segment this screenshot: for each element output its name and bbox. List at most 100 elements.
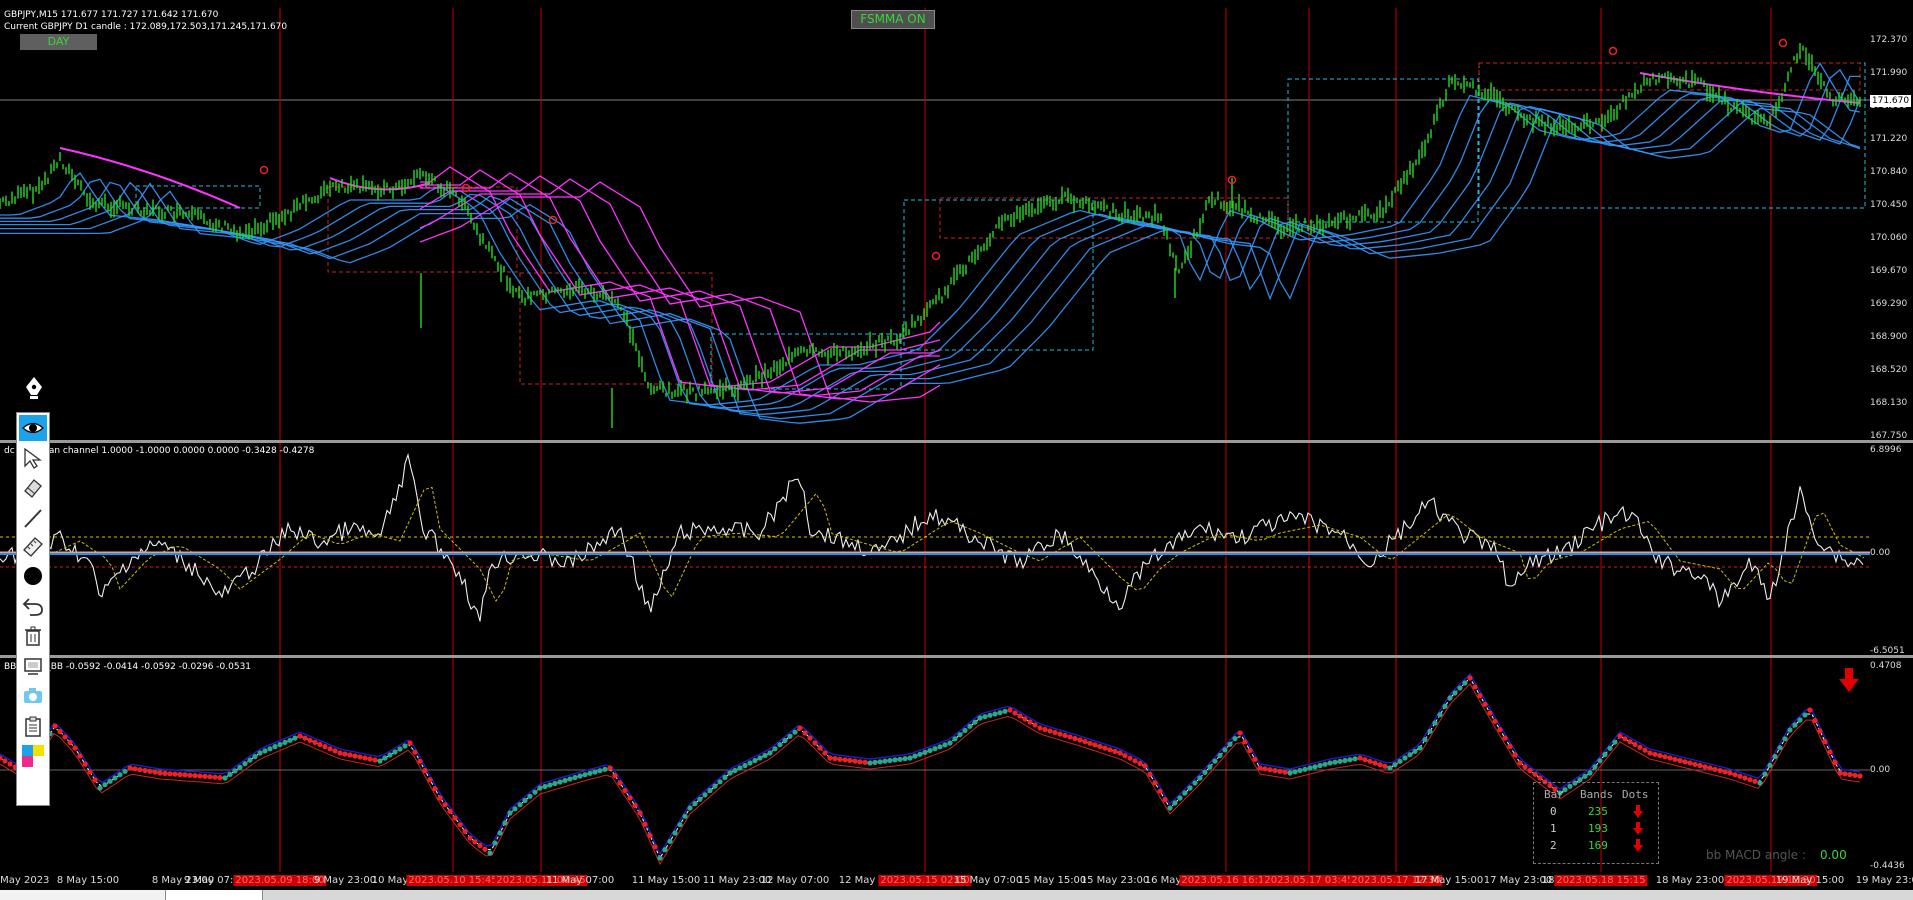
- macd-dot: [1727, 770, 1733, 776]
- toolbar-ruler[interactable]: [19, 533, 47, 559]
- macd-dot: [1592, 764, 1598, 770]
- macd-dot: [112, 775, 118, 781]
- macd-dot: [832, 756, 838, 762]
- signal-time-label: 2023.05.18 15:15: [1554, 875, 1648, 886]
- toolbar-color-palette[interactable]: [19, 743, 47, 769]
- macd-dot: [822, 750, 828, 756]
- macd-dot: [1017, 713, 1023, 719]
- macd-dot: [842, 757, 848, 763]
- macd-dot: [97, 785, 103, 791]
- macd-dot: [52, 723, 58, 729]
- macd-dot: [212, 774, 218, 780]
- donchian-canvas[interactable]: [0, 443, 1870, 655]
- cyan-range-box: [135, 185, 261, 209]
- macd-dot: [1242, 739, 1248, 745]
- price-tick: 170.840: [1870, 167, 1908, 177]
- macd-dot: [737, 765, 743, 771]
- macd-dot: [1057, 731, 1063, 737]
- macd-dot: [382, 755, 388, 761]
- chart-tab[interactable]: [166, 890, 263, 900]
- macd-dot: [142, 767, 148, 774]
- macd-dot: [1107, 747, 1113, 753]
- time-label: 18 May 23:00: [1655, 875, 1725, 886]
- toolbar-screenshot[interactable]: [19, 653, 47, 679]
- macd-dot: [647, 832, 653, 839]
- macd-dot: [747, 760, 753, 766]
- macd-dot: [567, 776, 573, 782]
- macd-dot: [217, 775, 223, 781]
- macd-dot: [1342, 757, 1348, 764]
- signal-marker: [1608, 46, 1618, 56]
- macd-dot: [882, 758, 888, 764]
- macd-dot: [1332, 759, 1338, 765]
- macd-dot: [1152, 780, 1158, 786]
- toolbar-trash[interactable]: [19, 623, 47, 649]
- time-label: 15 May 07:00: [953, 875, 1023, 886]
- toolbar-line[interactable]: [19, 505, 47, 531]
- macd-dot: [592, 769, 598, 775]
- fsmma-toggle-button[interactable]: FSMMA ON: [851, 10, 935, 29]
- macd-dot: [1477, 692, 1483, 699]
- macd-dot: [912, 753, 918, 759]
- macd-dot: [612, 772, 618, 779]
- macd-dot: [1492, 718, 1498, 724]
- macd-dot: [287, 737, 293, 743]
- macd-dot: [1742, 775, 1748, 781]
- donchian-header: dc Donchian channel 1.0000 -1.0000 0.000…: [4, 446, 315, 456]
- macd-dot: [1102, 745, 1108, 751]
- macd-dot: [1467, 675, 1473, 681]
- macd-dot: [1182, 790, 1188, 796]
- macd-dot: [1317, 762, 1323, 769]
- macd-dot: [957, 732, 963, 738]
- toolbar-camera[interactable]: [19, 683, 47, 709]
- macd-dot: [697, 796, 703, 802]
- pen-tool-icon[interactable]: [22, 375, 46, 401]
- time-label: 15 May 15:00: [1017, 875, 1087, 886]
- macd-dot: [862, 759, 868, 765]
- macd-dot: [757, 755, 763, 761]
- price-chart-canvas[interactable]: [0, 8, 1870, 440]
- macd-dot: [302, 735, 308, 741]
- toolbar-circle[interactable]: [19, 563, 47, 589]
- cyan-range-box: [1287, 78, 1479, 223]
- macd-dot: [282, 739, 288, 745]
- table-cell-bar: 1: [1550, 822, 1557, 835]
- macd-dot: [942, 742, 948, 748]
- toolbar-cursor[interactable]: [19, 445, 47, 471]
- macd-dot: [317, 741, 323, 748]
- macd-dot: [1857, 773, 1863, 779]
- macd-dot: [262, 748, 268, 754]
- day-button[interactable]: DAY: [20, 34, 97, 50]
- macd-dot: [242, 761, 248, 767]
- macd-dot: [827, 755, 833, 761]
- macd-dot: [427, 777, 433, 783]
- macd-dot: [1097, 743, 1103, 750]
- toolbar-clipboard[interactable]: [19, 713, 47, 739]
- macd-dot: [1657, 752, 1663, 759]
- macd-dot: [1672, 756, 1678, 762]
- main-chart-pane[interactable]: [0, 8, 1870, 440]
- chart-tab[interactable]: [0, 890, 166, 900]
- macd-dot: [1702, 764, 1708, 770]
- price-tick: 170.060: [1870, 233, 1908, 243]
- donchian-pane[interactable]: [0, 443, 1870, 655]
- donchian-tick: 6.8996: [1870, 445, 1902, 455]
- toolbar-eye[interactable]: [19, 415, 47, 441]
- macd-dot: [892, 757, 898, 763]
- macd-dot: [897, 756, 903, 762]
- macd-dot: [292, 735, 298, 741]
- macd-dot: [872, 759, 878, 765]
- down-arrow-icon: [1633, 822, 1643, 835]
- macd-dot: [162, 770, 168, 776]
- macd-dot: [1217, 752, 1223, 759]
- table-cell-bar: 2: [1550, 839, 1557, 852]
- macd-dot: [1012, 710, 1018, 716]
- price-axis[interactable]: 172.370171.990171.580171.220170.840170.4…: [1870, 8, 1913, 441]
- chart-tab-bar[interactable]: [0, 890, 1913, 900]
- macd-dot: [1272, 767, 1278, 774]
- macd-dot: [1502, 735, 1508, 741]
- time-axis[interactable]: 8 May 20238 May 15:008 May 23:009 May 07…: [0, 872, 1913, 890]
- toolbar-undo[interactable]: [19, 593, 47, 619]
- macd-dot: [192, 773, 198, 779]
- toolbar-eraser[interactable]: [19, 475, 47, 501]
